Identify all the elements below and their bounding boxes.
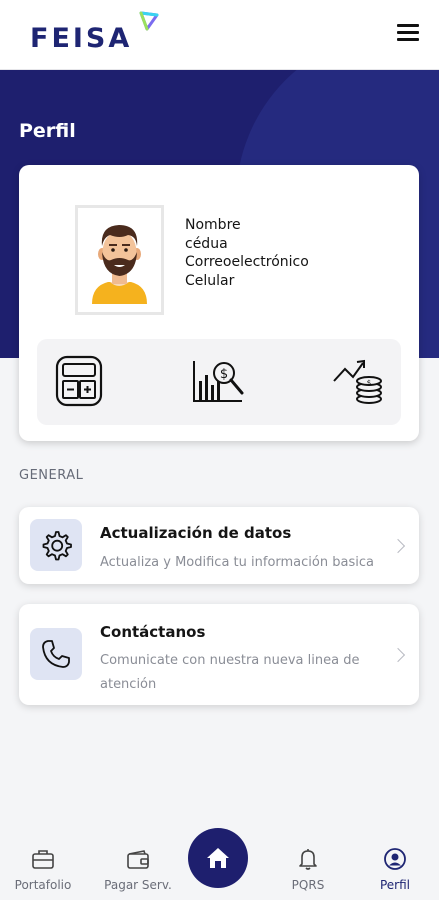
nav-label-perfil: Perfil bbox=[379, 878, 411, 892]
profile-field-email: Correoelectrónico bbox=[185, 254, 309, 270]
contact-us-item[interactable]: Contáctanos Comunicate con nuestra nueva… bbox=[19, 604, 419, 705]
nav-label-pqrs: PQRS bbox=[291, 878, 325, 892]
gear-icon bbox=[30, 519, 82, 571]
update-data-item[interactable]: Actualización de datos Actualiza y Modif… bbox=[19, 507, 419, 584]
feisa-logo[interactable]: FEISA bbox=[30, 11, 159, 54]
bell-icon bbox=[263, 846, 353, 872]
financial-analysis-icon[interactable]: $ bbox=[190, 355, 246, 411]
section-label-general: GENERAL bbox=[19, 468, 84, 483]
update-data-description: Actualiza y Modifica tu información basi… bbox=[100, 555, 374, 570]
wallet-icon bbox=[93, 846, 183, 872]
hamburger-menu-icon[interactable] bbox=[397, 24, 419, 42]
contact-us-description-line-1: Comunicate con nuestra nueva linea de bbox=[100, 653, 360, 668]
nav-label-pagar-serv: Pagar Serv. bbox=[104, 878, 172, 892]
contact-us-description-line-2: atención bbox=[100, 677, 157, 692]
nav-item-pqrs[interactable]: PQRS bbox=[263, 846, 353, 892]
profile-field-phone: Celular bbox=[185, 272, 235, 289]
profile-field-id: cédua bbox=[185, 235, 228, 252]
briefcase-icon bbox=[0, 846, 88, 872]
user-avatar-icon bbox=[92, 225, 147, 304]
investment-growth-icon[interactable]: $ bbox=[331, 355, 387, 411]
profile-info: Nombre cédua Correoelectrónico Celular bbox=[185, 216, 309, 290]
page-title: Perfil bbox=[19, 120, 76, 142]
user-circle-icon bbox=[350, 846, 439, 872]
chevron-right-icon bbox=[390, 538, 406, 554]
svg-text:$: $ bbox=[220, 367, 228, 382]
update-data-title: Actualización de datos bbox=[100, 524, 292, 542]
logo-mark-icon bbox=[139, 11, 159, 31]
app-header: FEISA bbox=[0, 0, 439, 70]
calculator-icon[interactable] bbox=[53, 355, 109, 411]
svg-text:$: $ bbox=[367, 379, 371, 387]
contact-us-description: Comunicate con nuestra nueva linea de at… bbox=[100, 649, 359, 697]
logo-text: FEISA bbox=[30, 23, 133, 54]
nav-item-portafolio[interactable]: Portafolio bbox=[0, 846, 88, 892]
avatar[interactable] bbox=[75, 205, 164, 315]
profile-actions: $ $ bbox=[37, 339, 401, 425]
contact-us-title: Contáctanos bbox=[100, 623, 206, 641]
nav-item-pagar-serv[interactable]: Pagar Serv. bbox=[93, 846, 183, 892]
home-button[interactable] bbox=[188, 828, 248, 888]
home-icon bbox=[207, 848, 229, 868]
profile-field-name: Nombre bbox=[185, 217, 241, 233]
chevron-right-icon bbox=[390, 647, 406, 663]
profile-card: Nombre cédua Correoelectrónico Celular $… bbox=[19, 165, 419, 441]
nav-item-perfil[interactable]: Perfil bbox=[350, 846, 439, 892]
phone-icon bbox=[30, 628, 82, 680]
nav-label-portafolio: Portafolio bbox=[14, 878, 72, 892]
